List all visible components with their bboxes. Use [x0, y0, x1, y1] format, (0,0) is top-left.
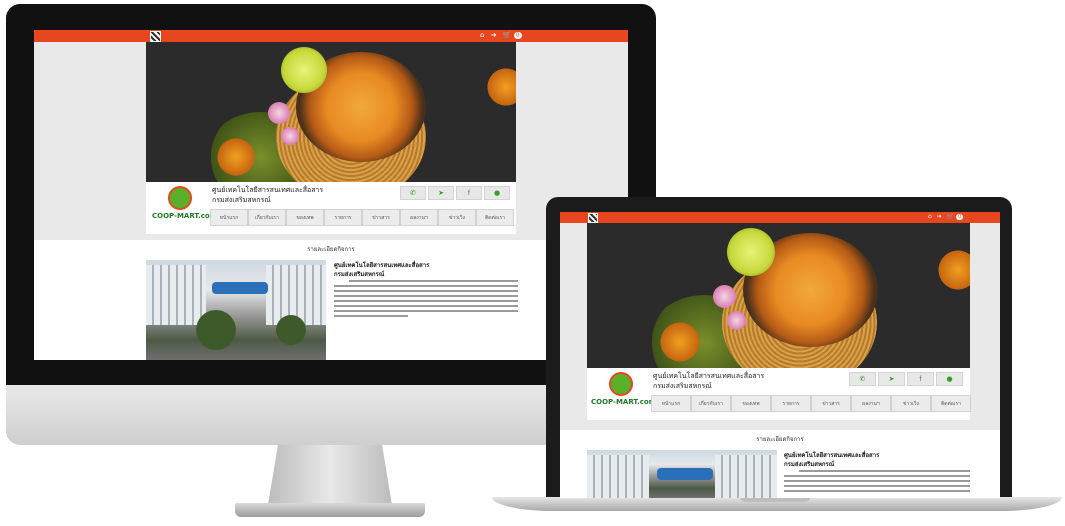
line-icon[interactable]: ● — [484, 186, 510, 200]
tab-works[interactable]: ผลงานฯ — [400, 209, 438, 226]
tab-activities[interactable]: ข่าวเวิ่ง — [438, 209, 476, 226]
location-icon[interactable]: ➤ — [428, 186, 454, 200]
phone-icon[interactable]: ✆ — [400, 186, 426, 200]
tab-activities[interactable]: ข่าวเวิ่ง — [891, 395, 931, 412]
location-icon[interactable]: ➤ — [878, 372, 905, 386]
tab-about[interactable]: เกี่ยวกับเรา — [248, 209, 286, 226]
tab-about[interactable]: เกี่ยวกับเรา — [691, 395, 731, 412]
qr-code-icon[interactable] — [150, 31, 161, 42]
phone-icon[interactable]: ✆ — [849, 372, 876, 386]
line-icon[interactable]: ● — [936, 372, 963, 386]
top-bar-icons: ⌂ ➜ 🛒 0 — [928, 213, 964, 220]
content-area: รายละเอียดกิจการ ศูนย์เทคโนโลยีสารสนเทศแ… — [34, 240, 628, 360]
logo[interactable]: COOP-MART.com — [591, 372, 656, 416]
content-paragraph — [784, 470, 970, 498]
org-department: กรมส่งเสริมสหกรณ์ — [653, 382, 712, 390]
info-bar: COOP-MART.com ศูนย์เทคโนโลยีสารสนเทศและส… — [146, 182, 516, 234]
tab-works[interactable]: ผลงานฯ — [851, 395, 891, 412]
tab-products[interactable]: ของเทพ — [286, 209, 324, 226]
info-bar: COOP-MART.com ศูนย์เทคโนโลยีสารสนเทศและส… — [587, 368, 971, 420]
top-bar-icons: ⌂ ➜ 🛒 0 — [480, 31, 522, 39]
section-title: รายละเอียดกิจการ — [756, 436, 804, 443]
tab-home[interactable]: หน้าแรก — [651, 395, 691, 412]
building-photo — [146, 260, 326, 360]
building-photo — [587, 450, 777, 498]
imac-stand — [268, 445, 392, 505]
content-subheading: กรมส่งเสริมสหกรณ์ — [784, 461, 835, 468]
tab-contact[interactable]: ติดต่อเรา — [476, 209, 514, 226]
content-subheading: กรมส่งเสริมสหกรณ์ — [334, 271, 385, 278]
tab-products[interactable]: ของเทพ — [731, 395, 771, 412]
content-paragraph — [334, 280, 518, 340]
home-icon[interactable]: ⌂ — [480, 31, 484, 39]
tab-news[interactable]: ข่าวสาร — [362, 209, 400, 226]
home-icon[interactable]: ⌂ — [928, 213, 932, 220]
tab-home[interactable]: หน้าแรก — [210, 209, 248, 226]
facebook-icon[interactable]: f — [907, 372, 934, 386]
tab-news[interactable]: ข่าวสาร — [811, 395, 851, 412]
facebook-icon[interactable]: f — [456, 186, 482, 200]
laptop-screen: ⌂ ➜ 🛒 0 COOP-MART.com ศูนย์เทคโนโลยีสารส… — [560, 212, 1000, 498]
cart-count-badge: 0 — [513, 32, 522, 39]
contact-buttons: ✆ ➤ f ● — [400, 186, 510, 200]
section-title: รายละเอียดกิจการ — [307, 246, 355, 253]
qr-code-icon[interactable] — [588, 213, 598, 223]
hero-banner — [146, 42, 516, 182]
content-area: รายละเอียดกิจการ ศูนย์เทคโนโลยีสารสนเทศแ… — [560, 430, 1000, 498]
contact-buttons: ✆ ➤ f ● — [849, 372, 963, 386]
hero-banner — [587, 223, 970, 368]
imac-foot — [235, 503, 425, 517]
org-department: กรมส่งเสริมสหกรณ์ — [212, 196, 271, 204]
website: ⌂ ➜ 🛒 0 COOP-MART.com ศูนย์เทคโนโลยีสารส… — [34, 30, 628, 360]
nav-tabs: หน้าแรก เกี่ยวกับเรา ของเทพ รายการ ข่าวส… — [210, 209, 514, 226]
cart-count-badge: 0 — [956, 214, 964, 220]
nav-tabs: หน้าแรก เกี่ยวกับเรา ของเทพ รายการ ข่าวส… — [651, 395, 971, 412]
cart-icon[interactable]: 🛒 — [947, 213, 954, 220]
top-bar: ⌂ ➜ 🛒 0 — [34, 30, 628, 42]
top-bar: ⌂ ➜ 🛒 0 — [560, 212, 1000, 223]
desktop-screen: ⌂ ➜ 🛒 0 COOP-MART.com ศูนย์เทคโนโลยีสารส… — [34, 30, 628, 360]
tab-contact[interactable]: ติดต่อเรา — [931, 395, 971, 412]
cart-icon[interactable]: 🛒 — [503, 31, 512, 39]
login-icon[interactable]: ➜ — [491, 31, 497, 39]
tab-list[interactable]: รายการ — [771, 395, 811, 412]
tab-list[interactable]: รายการ — [324, 209, 362, 226]
logo[interactable]: COOP-MART.com — [152, 186, 217, 230]
login-icon[interactable]: ➜ — [937, 213, 942, 220]
website-laptop: ⌂ ➜ 🛒 0 COOP-MART.com ศูนย์เทคโนโลยีสารส… — [560, 212, 1000, 498]
